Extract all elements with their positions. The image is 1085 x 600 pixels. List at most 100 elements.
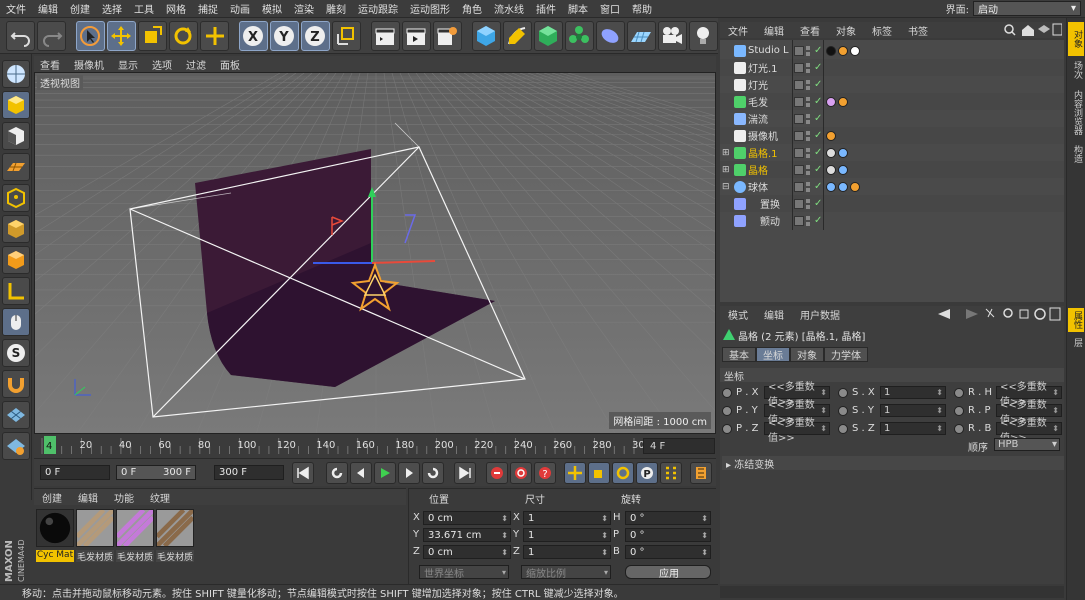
enable-snap-button[interactable] xyxy=(1,370,30,398)
tag-icon[interactable] xyxy=(850,181,860,192)
current-frame-field[interactable]: 4 F xyxy=(643,438,715,454)
floor-button[interactable] xyxy=(626,20,656,51)
preview-range-slider[interactable]: 0 F 300 F xyxy=(116,465,196,480)
target-icon[interactable] xyxy=(1034,308,1046,320)
tweak-mode-button[interactable] xyxy=(1,308,30,336)
enabled-check-icon[interactable]: ✓ xyxy=(814,215,822,226)
model-mode-button[interactable] xyxy=(1,91,30,119)
object-row[interactable]: ⊟ 球体 ✓ xyxy=(720,178,1064,195)
object-row[interactable]: ⊞ 晶格 ✓ xyxy=(720,161,1064,178)
visibility-dots[interactable] xyxy=(806,215,810,226)
material-menu-item[interactable]: 创建 xyxy=(34,490,70,505)
material-menu-item[interactable]: 功能 xyxy=(106,490,142,505)
points-mode-button[interactable] xyxy=(1,184,30,212)
visibility-dots[interactable] xyxy=(806,62,810,73)
object-menu-item[interactable]: 文件 xyxy=(720,23,756,38)
visibility-dots[interactable] xyxy=(806,79,810,90)
render-picture-viewer-button[interactable] xyxy=(401,20,431,51)
layer-swatch[interactable] xyxy=(794,130,804,141)
enabled-check-icon[interactable]: ✓ xyxy=(814,147,822,158)
rotation-order-dropdown[interactable]: HPB ▾ xyxy=(994,438,1060,451)
layer-swatch[interactable] xyxy=(794,79,804,90)
tab-takes[interactable]: 场次 xyxy=(1068,58,1084,82)
size-field[interactable]: 1 ⬍ xyxy=(523,545,611,559)
enabled-check-icon[interactable]: ✓ xyxy=(814,62,822,73)
menu-item[interactable]: 雕刻 xyxy=(320,1,352,16)
animate-radio[interactable] xyxy=(954,424,964,434)
tab-basic[interactable]: 基本 xyxy=(722,347,756,362)
enabled-check-icon[interactable]: ✓ xyxy=(814,164,822,175)
layer-swatch[interactable] xyxy=(794,45,804,56)
menu-item[interactable]: 插件 xyxy=(530,1,562,16)
object-menu-item[interactable]: 查看 xyxy=(792,23,828,38)
menu-item[interactable]: 捕捉 xyxy=(192,1,224,16)
layer-icon[interactable] xyxy=(1038,25,1050,33)
layer-swatch[interactable] xyxy=(794,62,804,73)
world-coordinates-dropdown[interactable]: 世界坐标 ▾ xyxy=(419,565,509,580)
new-window-icon[interactable] xyxy=(1052,23,1062,36)
tag-icon[interactable] xyxy=(838,164,848,175)
tab-structure[interactable]: 构造 xyxy=(1068,142,1084,166)
tag-icon[interactable] xyxy=(826,181,836,192)
tab-objects[interactable]: 对象 xyxy=(1068,22,1084,56)
z-axis-button[interactable]: Z xyxy=(300,20,330,51)
search-icon[interactable] xyxy=(1004,24,1014,34)
enabled-check-icon[interactable]: ✓ xyxy=(814,198,822,209)
menu-item[interactable]: 运动图形 xyxy=(404,1,456,16)
layer-swatch[interactable] xyxy=(794,181,804,192)
expand-toggle[interactable]: ⊟ xyxy=(722,182,730,192)
menu-item[interactable]: 模拟 xyxy=(256,1,288,16)
menu-item[interactable]: 窗口 xyxy=(594,1,626,16)
next-key-button[interactable] xyxy=(422,462,444,484)
search-icon[interactable] xyxy=(1003,308,1013,318)
key-scale-button[interactable] xyxy=(588,462,610,484)
new-window-icon[interactable] xyxy=(1049,307,1061,321)
locked-workplane-button[interactable] xyxy=(1,432,30,460)
scale-mode-dropdown[interactable]: 缩放比例 ▾ xyxy=(521,565,611,580)
tag-icon[interactable] xyxy=(850,45,860,56)
previous-key-button[interactable] xyxy=(326,462,348,484)
spline-pen-button[interactable] xyxy=(502,20,532,51)
timeline-window-button[interactable] xyxy=(690,462,712,484)
move-tool-button[interactable] xyxy=(106,20,136,51)
texture-mode-button[interactable] xyxy=(1,122,30,150)
select-tool-button[interactable] xyxy=(75,20,105,51)
animate-radio[interactable] xyxy=(954,406,964,416)
menu-item[interactable]: 文件 xyxy=(0,1,32,16)
rotation-field[interactable]: 0 ° ⬍ xyxy=(625,528,711,542)
render-settings-button[interactable] xyxy=(432,20,462,51)
next-frame-button[interactable] xyxy=(398,462,420,484)
visibility-dots[interactable] xyxy=(806,96,810,107)
object-menu-item[interactable]: 编辑 xyxy=(756,23,792,38)
previous-frame-button[interactable] xyxy=(350,462,372,484)
object-row[interactable]: 摄像机 ✓ xyxy=(720,127,1064,144)
viewport-menu-item[interactable]: 选项 xyxy=(146,57,178,72)
attribute-field[interactable]: <<多重数值>> ⬍ xyxy=(764,418,830,444)
enabled-check-icon[interactable]: ✓ xyxy=(814,96,822,107)
y-axis-button[interactable]: Y xyxy=(269,20,299,51)
up-icon[interactable] xyxy=(985,308,995,318)
tag-icon[interactable] xyxy=(838,96,848,107)
visibility-dots[interactable] xyxy=(806,198,810,209)
start-frame-field[interactable]: 0 F xyxy=(40,465,110,480)
visibility-dots[interactable] xyxy=(806,147,810,158)
animate-radio[interactable] xyxy=(838,424,848,434)
animate-radio[interactable] xyxy=(722,388,732,398)
undo-button[interactable] xyxy=(6,20,36,51)
object-menu-item[interactable]: 标签 xyxy=(864,23,900,38)
enabled-check-icon[interactable]: ✓ xyxy=(814,113,822,124)
auto-key-button[interactable] xyxy=(510,462,532,484)
cloner-button[interactable] xyxy=(564,20,594,51)
key-rotation-button[interactable] xyxy=(612,462,634,484)
position-field[interactable]: 0 cm ⬍ xyxy=(423,545,511,559)
light-button[interactable] xyxy=(688,20,718,51)
object-row[interactable]: 置换 ✓ xyxy=(720,195,1064,212)
object-row[interactable]: ⊞ 晶格.1 ✓ xyxy=(720,144,1064,161)
menu-item[interactable]: 网格 xyxy=(160,1,192,16)
workplane-button[interactable] xyxy=(1,153,30,181)
object-row[interactable]: 毛发 ✓ xyxy=(720,93,1064,110)
viewport-menu-item[interactable]: 查看 xyxy=(34,57,66,72)
subdivision-surface-button[interactable] xyxy=(533,20,563,51)
polygons-mode-button[interactable] xyxy=(1,246,30,274)
attribute-field[interactable]: 1 ⬍ xyxy=(880,386,946,399)
